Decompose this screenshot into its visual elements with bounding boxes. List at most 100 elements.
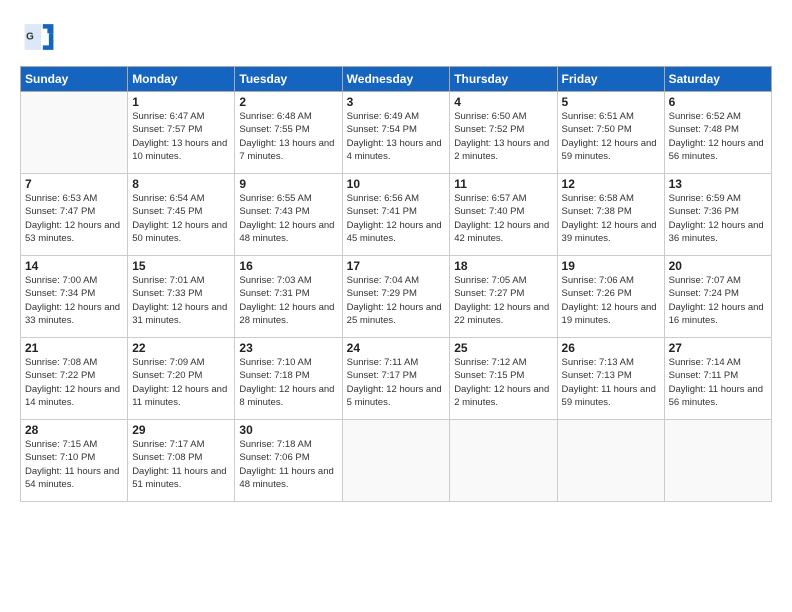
svg-text:G: G	[26, 31, 34, 42]
day-info: Sunrise: 6:59 AMSunset: 7:36 PMDaylight:…	[669, 192, 767, 245]
day-info: Sunrise: 7:08 AMSunset: 7:22 PMDaylight:…	[25, 356, 123, 409]
day-number: 28	[25, 423, 123, 437]
day-number: 9	[239, 177, 337, 191]
day-info: Sunrise: 6:58 AMSunset: 7:38 PMDaylight:…	[562, 192, 660, 245]
day-info: Sunrise: 7:14 AMSunset: 7:11 PMDaylight:…	[669, 356, 767, 409]
calendar-cell: 7Sunrise: 6:53 AMSunset: 7:47 PMDaylight…	[21, 174, 128, 256]
day-number: 21	[25, 341, 123, 355]
day-info: Sunrise: 7:15 AMSunset: 7:10 PMDaylight:…	[25, 438, 123, 491]
day-info: Sunrise: 7:07 AMSunset: 7:24 PMDaylight:…	[669, 274, 767, 327]
day-info: Sunrise: 7:11 AMSunset: 7:17 PMDaylight:…	[347, 356, 446, 409]
day-info: Sunrise: 6:50 AMSunset: 7:52 PMDaylight:…	[454, 110, 552, 163]
calendar-cell: 17Sunrise: 7:04 AMSunset: 7:29 PMDayligh…	[342, 256, 450, 338]
header: G	[20, 18, 772, 56]
calendar-cell: 18Sunrise: 7:05 AMSunset: 7:27 PMDayligh…	[450, 256, 557, 338]
calendar-cell: 20Sunrise: 7:07 AMSunset: 7:24 PMDayligh…	[664, 256, 771, 338]
calendar-cell: 24Sunrise: 7:11 AMSunset: 7:17 PMDayligh…	[342, 338, 450, 420]
logo-icon: G	[20, 18, 58, 56]
calendar-cell: 9Sunrise: 6:55 AMSunset: 7:43 PMDaylight…	[235, 174, 342, 256]
day-info: Sunrise: 7:12 AMSunset: 7:15 PMDaylight:…	[454, 356, 552, 409]
calendar-cell: 8Sunrise: 6:54 AMSunset: 7:45 PMDaylight…	[128, 174, 235, 256]
day-info: Sunrise: 6:52 AMSunset: 7:48 PMDaylight:…	[669, 110, 767, 163]
calendar-cell: 25Sunrise: 7:12 AMSunset: 7:15 PMDayligh…	[450, 338, 557, 420]
day-number: 10	[347, 177, 446, 191]
calendar-cell: 28Sunrise: 7:15 AMSunset: 7:10 PMDayligh…	[21, 420, 128, 502]
day-info: Sunrise: 7:06 AMSunset: 7:26 PMDaylight:…	[562, 274, 660, 327]
logo: G	[20, 18, 62, 56]
weekday-header: Sunday	[21, 67, 128, 92]
day-info: Sunrise: 6:51 AMSunset: 7:50 PMDaylight:…	[562, 110, 660, 163]
calendar-cell: 11Sunrise: 6:57 AMSunset: 7:40 PMDayligh…	[450, 174, 557, 256]
calendar-cell: 15Sunrise: 7:01 AMSunset: 7:33 PMDayligh…	[128, 256, 235, 338]
weekday-header: Wednesday	[342, 67, 450, 92]
day-info: Sunrise: 7:01 AMSunset: 7:33 PMDaylight:…	[132, 274, 230, 327]
day-number: 27	[669, 341, 767, 355]
day-number: 4	[454, 95, 552, 109]
day-info: Sunrise: 7:04 AMSunset: 7:29 PMDaylight:…	[347, 274, 446, 327]
calendar-cell: 13Sunrise: 6:59 AMSunset: 7:36 PMDayligh…	[664, 174, 771, 256]
day-number: 12	[562, 177, 660, 191]
calendar-cell	[21, 92, 128, 174]
day-number: 17	[347, 259, 446, 273]
day-number: 16	[239, 259, 337, 273]
day-info: Sunrise: 6:57 AMSunset: 7:40 PMDaylight:…	[454, 192, 552, 245]
calendar-week-row: 14Sunrise: 7:00 AMSunset: 7:34 PMDayligh…	[21, 256, 772, 338]
day-info: Sunrise: 7:10 AMSunset: 7:18 PMDaylight:…	[239, 356, 337, 409]
day-info: Sunrise: 7:09 AMSunset: 7:20 PMDaylight:…	[132, 356, 230, 409]
calendar-cell	[664, 420, 771, 502]
day-number: 20	[669, 259, 767, 273]
day-info: Sunrise: 6:54 AMSunset: 7:45 PMDaylight:…	[132, 192, 230, 245]
day-info: Sunrise: 7:13 AMSunset: 7:13 PMDaylight:…	[562, 356, 660, 409]
weekday-header: Thursday	[450, 67, 557, 92]
calendar-cell: 27Sunrise: 7:14 AMSunset: 7:11 PMDayligh…	[664, 338, 771, 420]
day-number: 18	[454, 259, 552, 273]
day-number: 22	[132, 341, 230, 355]
calendar-cell: 12Sunrise: 6:58 AMSunset: 7:38 PMDayligh…	[557, 174, 664, 256]
day-info: Sunrise: 6:48 AMSunset: 7:55 PMDaylight:…	[239, 110, 337, 163]
calendar-week-row: 7Sunrise: 6:53 AMSunset: 7:47 PMDaylight…	[21, 174, 772, 256]
day-number: 15	[132, 259, 230, 273]
weekday-row: SundayMondayTuesdayWednesdayThursdayFrid…	[21, 67, 772, 92]
day-info: Sunrise: 7:00 AMSunset: 7:34 PMDaylight:…	[25, 274, 123, 327]
calendar-week-row: 28Sunrise: 7:15 AMSunset: 7:10 PMDayligh…	[21, 420, 772, 502]
calendar-cell: 21Sunrise: 7:08 AMSunset: 7:22 PMDayligh…	[21, 338, 128, 420]
day-number: 14	[25, 259, 123, 273]
day-info: Sunrise: 7:18 AMSunset: 7:06 PMDaylight:…	[239, 438, 337, 491]
weekday-header: Friday	[557, 67, 664, 92]
calendar-cell: 14Sunrise: 7:00 AMSunset: 7:34 PMDayligh…	[21, 256, 128, 338]
day-info: Sunrise: 7:17 AMSunset: 7:08 PMDaylight:…	[132, 438, 230, 491]
day-number: 25	[454, 341, 552, 355]
day-number: 13	[669, 177, 767, 191]
day-number: 11	[454, 177, 552, 191]
calendar-cell: 1Sunrise: 6:47 AMSunset: 7:57 PMDaylight…	[128, 92, 235, 174]
day-info: Sunrise: 6:53 AMSunset: 7:47 PMDaylight:…	[25, 192, 123, 245]
calendar-cell: 19Sunrise: 7:06 AMSunset: 7:26 PMDayligh…	[557, 256, 664, 338]
weekday-header: Monday	[128, 67, 235, 92]
day-info: Sunrise: 7:03 AMSunset: 7:31 PMDaylight:…	[239, 274, 337, 327]
calendar-cell: 23Sunrise: 7:10 AMSunset: 7:18 PMDayligh…	[235, 338, 342, 420]
day-number: 26	[562, 341, 660, 355]
day-number: 7	[25, 177, 123, 191]
calendar: SundayMondayTuesdayWednesdayThursdayFrid…	[20, 66, 772, 502]
day-number: 30	[239, 423, 337, 437]
calendar-cell: 29Sunrise: 7:17 AMSunset: 7:08 PMDayligh…	[128, 420, 235, 502]
calendar-cell: 5Sunrise: 6:51 AMSunset: 7:50 PMDaylight…	[557, 92, 664, 174]
calendar-cell: 26Sunrise: 7:13 AMSunset: 7:13 PMDayligh…	[557, 338, 664, 420]
calendar-week-row: 1Sunrise: 6:47 AMSunset: 7:57 PMDaylight…	[21, 92, 772, 174]
calendar-cell: 6Sunrise: 6:52 AMSunset: 7:48 PMDaylight…	[664, 92, 771, 174]
day-info: Sunrise: 6:55 AMSunset: 7:43 PMDaylight:…	[239, 192, 337, 245]
day-info: Sunrise: 6:47 AMSunset: 7:57 PMDaylight:…	[132, 110, 230, 163]
page: G SundayMondayTuesdayWednesdayThursdayFr…	[0, 0, 792, 612]
calendar-body: 1Sunrise: 6:47 AMSunset: 7:57 PMDaylight…	[21, 92, 772, 502]
calendar-cell: 3Sunrise: 6:49 AMSunset: 7:54 PMDaylight…	[342, 92, 450, 174]
day-info: Sunrise: 7:05 AMSunset: 7:27 PMDaylight:…	[454, 274, 552, 327]
day-number: 29	[132, 423, 230, 437]
day-number: 8	[132, 177, 230, 191]
weekday-header: Saturday	[664, 67, 771, 92]
day-info: Sunrise: 6:49 AMSunset: 7:54 PMDaylight:…	[347, 110, 446, 163]
calendar-week-row: 21Sunrise: 7:08 AMSunset: 7:22 PMDayligh…	[21, 338, 772, 420]
day-info: Sunrise: 6:56 AMSunset: 7:41 PMDaylight:…	[347, 192, 446, 245]
day-number: 3	[347, 95, 446, 109]
calendar-cell	[450, 420, 557, 502]
day-number: 23	[239, 341, 337, 355]
